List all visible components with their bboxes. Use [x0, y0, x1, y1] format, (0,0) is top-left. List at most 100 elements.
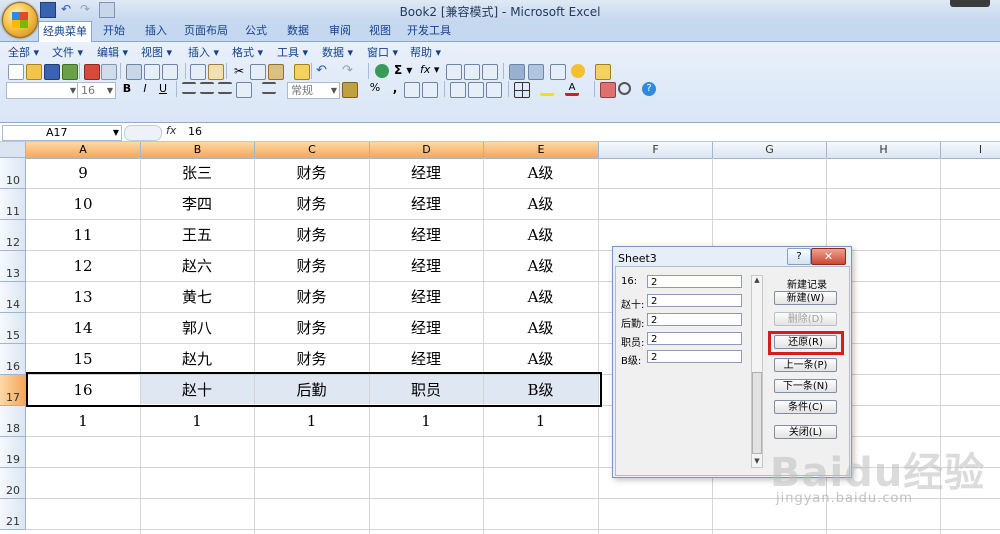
table-cell[interactable]: 财务 [254, 220, 369, 251]
delete-record-button[interactable]: 删除(D) [774, 312, 837, 326]
format-painter-icon[interactable] [294, 64, 310, 80]
formula-input[interactable]: 16 [188, 125, 202, 138]
drawing-icon[interactable] [528, 64, 544, 80]
align-center-icon[interactable] [200, 82, 214, 94]
translate-icon[interactable] [208, 64, 224, 80]
table-cell[interactable] [254, 499, 369, 530]
table-cell[interactable]: 经理 [369, 158, 483, 189]
copy-icon[interactable] [250, 64, 266, 80]
table-cell[interactable]: 张三 [140, 158, 254, 189]
undo-icon[interactable]: ↶ [316, 64, 330, 78]
table-cell[interactable]: 财务 [254, 282, 369, 313]
table-cell[interactable]: 1 [254, 406, 369, 437]
table-cell[interactable]: 经理 [369, 220, 483, 251]
table-cell[interactable]: 财务 [254, 344, 369, 375]
table-cell[interactable]: 经理 [369, 313, 483, 344]
font-name-combo[interactable]: ▼ [6, 82, 79, 99]
table-cell[interactable] [140, 437, 254, 468]
menu-help[interactable]: 帮助 ▾ [410, 44, 441, 60]
menu-insert[interactable]: 插入 ▾ [188, 44, 219, 60]
tab-page-layout[interactable]: 页面布局 [182, 21, 230, 41]
table-cell[interactable] [26, 468, 140, 499]
cell-style-icon[interactable] [486, 82, 502, 98]
previous-record-button[interactable]: 上一条(P) [774, 358, 837, 372]
menu-data[interactable]: 数据 ▾ [322, 44, 353, 60]
wrap-text-icon[interactable] [262, 82, 276, 94]
sort-ascending-icon[interactable] [446, 64, 462, 80]
table-cell[interactable]: 1 [26, 406, 140, 437]
align-right-icon[interactable] [218, 82, 232, 94]
table-cell[interactable]: A级 [483, 251, 598, 282]
column-header-d[interactable]: D [370, 142, 484, 158]
decrease-indent-icon[interactable] [450, 82, 466, 98]
table-cell[interactable]: 经理 [369, 251, 483, 282]
table-cell[interactable]: 财务 [254, 251, 369, 282]
increase-indent-icon[interactable] [468, 82, 484, 98]
tab-home[interactable]: 开始 [98, 21, 130, 41]
tab-classic-menu[interactable]: 经典菜单 [38, 21, 92, 43]
table-cell[interactable] [254, 468, 369, 499]
table-cell[interactable]: A级 [483, 313, 598, 344]
tab-data[interactable]: 数据 [282, 21, 314, 41]
field-input[interactable]: 2 [647, 275, 742, 288]
column-header-e[interactable]: E [484, 142, 599, 158]
menu-edit[interactable]: 编辑 ▾ [97, 44, 128, 60]
dialog-help-button[interactable]: ? [787, 248, 811, 265]
row-header[interactable]: 11 [0, 189, 26, 220]
field-input[interactable]: 2 [647, 294, 742, 307]
open-folder-icon[interactable] [26, 64, 42, 80]
print-icon[interactable] [126, 64, 142, 80]
table-cell[interactable]: 财务 [254, 313, 369, 344]
bold-icon[interactable]: B [120, 82, 134, 96]
table-cell[interactable] [140, 468, 254, 499]
menu-file[interactable]: 文件 ▾ [52, 44, 83, 60]
tab-review[interactable]: 审阅 [324, 21, 356, 41]
spelling-icon[interactable] [162, 64, 178, 80]
tab-view[interactable]: 视图 [364, 21, 396, 41]
insert-function-button[interactable]: fx [166, 124, 176, 137]
increase-decimal-icon[interactable] [404, 82, 420, 98]
row-header[interactable]: 13 [0, 251, 26, 282]
row-header[interactable]: 15 [0, 313, 26, 344]
comma-style-icon[interactable]: , [388, 81, 402, 95]
table-cell[interactable]: 13 [26, 282, 140, 313]
menu-tools[interactable]: 工具 ▾ [277, 44, 308, 60]
chart-icon[interactable] [509, 64, 525, 80]
borders-icon[interactable] [514, 82, 530, 98]
paste-icon[interactable] [268, 64, 284, 80]
table-cell[interactable] [369, 468, 483, 499]
table-cell[interactable] [483, 468, 598, 499]
zoom-icon[interactable] [618, 82, 631, 95]
fill-color-icon[interactable] [540, 82, 554, 96]
table-cell[interactable]: 郭八 [140, 313, 254, 344]
row-header[interactable]: 10 [0, 158, 26, 189]
table-cell[interactable] [369, 437, 483, 468]
table-cell[interactable]: 王五 [140, 220, 254, 251]
next-record-button[interactable]: 下一条(N) [774, 379, 837, 393]
table-cell[interactable]: 经理 [369, 344, 483, 375]
scroll-thumb[interactable] [752, 372, 762, 454]
row-header[interactable]: 17 [0, 375, 26, 406]
row-header[interactable]: 16 [0, 344, 26, 375]
column-header-h[interactable]: H [827, 142, 941, 158]
row-header[interactable]: 21 [0, 499, 26, 530]
table-cell[interactable]: 黄七 [140, 282, 254, 313]
table-cell[interactable] [483, 499, 598, 530]
hyperlink-icon[interactable] [375, 64, 389, 78]
font-color-icon[interactable]: A [565, 82, 579, 96]
menu-view[interactable]: 视图 ▾ [141, 44, 172, 60]
table-cell[interactable]: A级 [483, 344, 598, 375]
insert-function-icon[interactable]: fx ▾ [420, 63, 442, 77]
grid-icon[interactable] [550, 64, 566, 80]
menu-format[interactable]: 格式 ▾ [232, 44, 263, 60]
table-cell[interactable]: A级 [483, 282, 598, 313]
scroll-down-arrow-icon[interactable]: ▼ [751, 457, 763, 465]
table-cell[interactable]: 14 [26, 313, 140, 344]
number-format-combo[interactable]: 常规 ▼ [287, 82, 340, 99]
table-cell[interactable]: 9 [26, 158, 140, 189]
folder-icon[interactable] [595, 64, 611, 80]
help-icon[interactable]: ? [642, 82, 656, 96]
align-left-icon[interactable] [182, 82, 196, 94]
table-cell[interactable] [369, 499, 483, 530]
table-cell[interactable]: 财务 [254, 189, 369, 220]
